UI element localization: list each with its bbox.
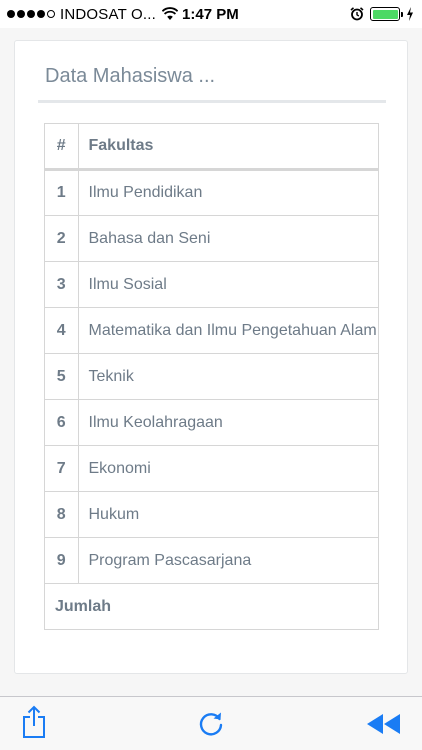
carrier-name: INDOSAT O... (60, 5, 157, 23)
table-row: 5 Teknik (45, 353, 378, 400)
table-row: 3 Ilmu Sosial (45, 261, 378, 308)
row-fakultas: Bahasa dan Seni (77, 215, 378, 262)
table-row: 6 Ilmu Keolahragaan (45, 399, 378, 446)
row-fakultas: Hukum (77, 491, 378, 538)
table-row: 4 Matematika dan Ilmu Pengetahuan Alam (45, 307, 378, 354)
row-number: 7 (45, 445, 79, 492)
row-number: 9 (45, 537, 79, 584)
table-footer-row: Jumlah (45, 583, 378, 630)
table-row: 2 Bahasa dan Seni (45, 215, 378, 262)
row-number: 1 (45, 169, 79, 216)
row-fakultas: Matematika dan Ilmu Pengetahuan Alam (77, 307, 378, 354)
data-card: Data Mahasiswa ... # Fakultas 1 Ilmu Pen… (14, 40, 408, 674)
wifi-icon (162, 7, 179, 20)
battery-icon (370, 7, 403, 21)
table-row: 1 Ilmu Pendidikan (45, 169, 378, 216)
clock-time: 1:47 PM (182, 5, 239, 23)
row-fakultas: Program Pascasarjana (77, 537, 378, 584)
card-divider (38, 100, 386, 103)
rewind-button[interactable] (366, 709, 402, 739)
row-number: 6 (45, 399, 79, 446)
share-button[interactable] (19, 705, 49, 738)
table-row: 9 Program Pascasarjana (45, 537, 378, 584)
card-title: Data Mahasiswa ... (45, 65, 216, 87)
fakultas-table-scroll[interactable]: # Fakultas 1 Ilmu Pendidikan 2 Bahasa da… (44, 123, 379, 630)
rewind-icon (367, 714, 400, 734)
charging-bolt-icon (407, 7, 413, 21)
row-fakultas: Ilmu Sosial (77, 261, 378, 308)
bottom-toolbar (0, 696, 422, 750)
row-fakultas: Teknik (77, 353, 378, 400)
row-number: 2 (45, 215, 79, 262)
status-bar: INDOSAT O... 1:47 PM (0, 0, 422, 28)
reload-button[interactable] (196, 709, 226, 739)
fakultas-table: # Fakultas 1 Ilmu Pendidikan 2 Bahasa da… (45, 123, 378, 630)
share-icon (23, 705, 45, 738)
row-number: 3 (45, 261, 79, 308)
row-number: 4 (45, 307, 79, 354)
table-row: 8 Hukum (45, 491, 378, 538)
footer-total-label: Jumlah (45, 583, 378, 630)
alarm-icon (350, 7, 364, 21)
header-number: # (45, 123, 79, 171)
table-row: 7 Ekonomi (45, 445, 378, 492)
row-number: 5 (45, 353, 79, 400)
reload-icon (199, 712, 223, 736)
row-fakultas: Ekonomi (77, 445, 378, 492)
row-fakultas: Ilmu Pendidikan (77, 169, 378, 216)
table-header-row: # Fakultas (45, 123, 378, 171)
header-fakultas: Fakultas (77, 123, 378, 171)
row-fakultas: Ilmu Keolahragaan (77, 399, 378, 446)
row-number: 8 (45, 491, 79, 538)
signal-strength-icon (7, 10, 55, 18)
